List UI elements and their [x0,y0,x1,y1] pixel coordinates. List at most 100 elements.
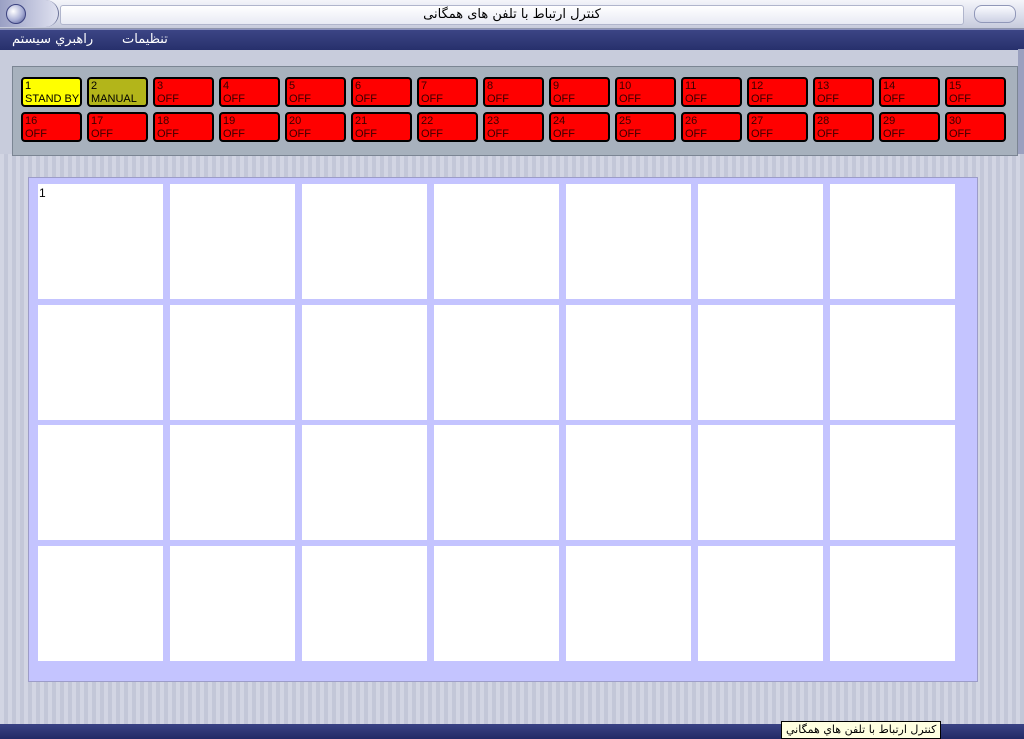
phone-cell[interactable] [698,304,823,420]
station-button-11[interactable]: 11 OFF [681,77,742,107]
station-button-21[interactable]: 21 OFF [351,112,412,142]
station-number: 18 [157,115,170,127]
phone-cell[interactable] [830,304,955,420]
station-number: 26 [685,115,698,127]
station-status: OFF [817,128,839,140]
station-number: 23 [487,115,500,127]
station-number: 5 [289,80,296,92]
phone-cell[interactable] [434,545,559,661]
phone-cell[interactable] [566,184,691,299]
station-status: OFF [223,128,245,140]
phone-cell[interactable] [170,425,295,540]
station-status: OFF [421,93,443,105]
phone-cell[interactable] [830,545,955,661]
station-button-23[interactable]: 23 OFF [483,112,544,142]
phone-cell[interactable] [302,545,427,661]
station-button-10[interactable]: 10 OFF [615,77,676,107]
station-number: 2 [91,80,98,92]
station-number: 16 [25,115,38,127]
station-status: OFF [25,128,47,140]
station-button-8[interactable]: 8 OFF [483,77,544,107]
station-button-17[interactable]: 17 OFF [87,112,148,142]
station-status: OFF [487,128,509,140]
phone-cell-label: 1 [39,186,46,200]
station-number: 12 [751,80,764,92]
station-status: OFF [685,128,707,140]
station-number: 24 [553,115,566,127]
station-status: OFF [355,93,377,105]
station-button-27[interactable]: 27 OFF [747,112,808,142]
phone-cell[interactable] [566,425,691,540]
window-menu-button[interactable] [0,0,59,27]
station-number: 8 [487,80,494,92]
station-button-20[interactable]: 20 OFF [285,112,346,142]
phone-cell[interactable] [830,184,955,299]
station-status: OFF [619,93,641,105]
phone-cell[interactable] [170,304,295,420]
station-number: 21 [355,115,368,127]
phone-cell[interactable] [566,545,691,661]
phone-cell[interactable] [38,425,163,540]
station-button-13[interactable]: 13 OFF [813,77,874,107]
window-orb-icon [6,4,26,24]
station-button-16[interactable]: 16 OFF [21,112,82,142]
phone-cell[interactable] [698,425,823,540]
phone-cell[interactable] [830,425,955,540]
station-number: 14 [883,80,896,92]
station-number: 7 [421,80,428,92]
station-button-24[interactable]: 24 OFF [549,112,610,142]
station-status: OFF [91,128,113,140]
phone-cell[interactable] [698,545,823,661]
station-button-9[interactable]: 9 OFF [549,77,610,107]
station-number: 22 [421,115,434,127]
phone-cell[interactable] [566,304,691,420]
phone-cell[interactable] [434,184,559,299]
phone-cell[interactable] [302,304,427,420]
station-button-29[interactable]: 29 OFF [879,112,940,142]
title-bar: کنترل ارتباط با تلفن های همگانی [0,0,1024,29]
station-status: OFF [949,128,971,140]
station-button-26[interactable]: 26 OFF [681,112,742,142]
station-status: OFF [289,128,311,140]
phone-cell[interactable] [38,545,163,661]
station-status: OFF [421,128,443,140]
menu-settings[interactable]: تنظیمات [122,32,168,47]
station-number: 17 [91,115,104,127]
station-button-5[interactable]: 5 OFF [285,77,346,107]
window-controls[interactable] [974,5,1016,23]
station-number: 13 [817,80,830,92]
station-button-2[interactable]: 2 MANUAL [87,77,148,107]
station-button-4[interactable]: 4 OFF [219,77,280,107]
station-button-19[interactable]: 19 OFF [219,112,280,142]
station-button-22[interactable]: 22 OFF [417,112,478,142]
station-button-3[interactable]: 3 OFF [153,77,214,107]
station-status: OFF [619,128,641,140]
menu-system-guide[interactable]: راهبري سيستم [12,32,93,47]
station-number: 9 [553,80,560,92]
station-button-7[interactable]: 7 OFF [417,77,478,107]
phone-cell[interactable] [302,184,427,299]
station-status: OFF [157,93,179,105]
station-button-18[interactable]: 18 OFF [153,112,214,142]
station-status: OFF [883,128,905,140]
station-status: OFF [553,128,575,140]
status-tooltip: کنترل ارتباط با تلفن هاي همگاني [781,721,942,739]
station-number: 15 [949,80,962,92]
station-button-15[interactable]: 15 OFF [945,77,1006,107]
station-button-28[interactable]: 28 OFF [813,112,874,142]
phone-cell[interactable]: 1 [38,184,163,299]
phone-cell[interactable] [698,184,823,299]
station-status: OFF [553,93,575,105]
phone-cell[interactable] [434,304,559,420]
station-button-6[interactable]: 6 OFF [351,77,412,107]
phone-cell[interactable] [302,425,427,540]
phone-cell[interactable] [170,184,295,299]
phone-cell[interactable] [170,545,295,661]
station-button-30[interactable]: 30 OFF [945,112,1006,142]
station-button-25[interactable]: 25 OFF [615,112,676,142]
station-button-14[interactable]: 14 OFF [879,77,940,107]
station-button-1[interactable]: 1 STAND BY [21,77,82,107]
phone-cell[interactable] [434,425,559,540]
phone-cell[interactable] [38,304,163,420]
station-button-12[interactable]: 12 OFF [747,77,808,107]
